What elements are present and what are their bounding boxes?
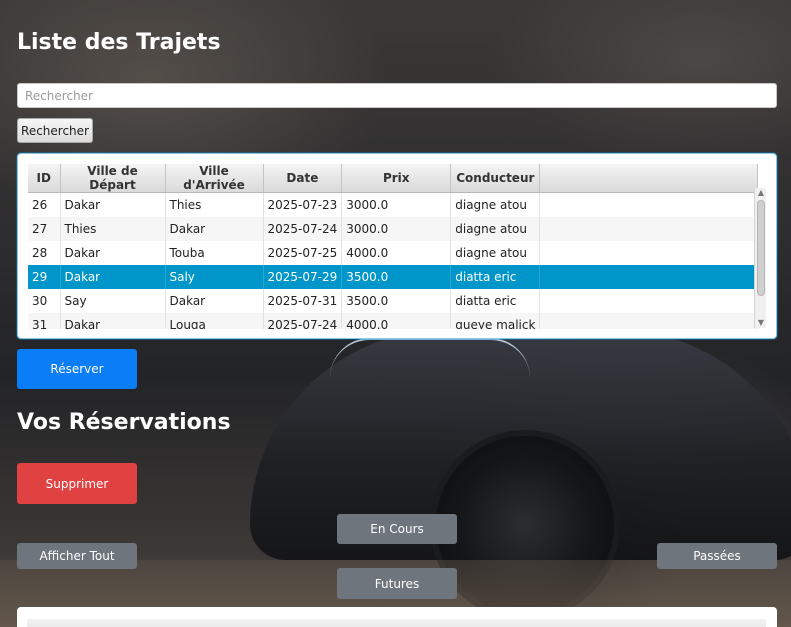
table-row[interactable]: 26 Dakar Thies 2025-07-23 3000.0 diagne … — [28, 192, 759, 217]
cell-filler — [539, 192, 759, 217]
cell-arrivee: Thies — [165, 192, 264, 217]
table-row[interactable]: 30 Say Dakar 2025-07-31 3500.0 diatta er… — [28, 288, 759, 313]
cell-filler — [539, 216, 759, 241]
cell-filler — [539, 312, 759, 329]
cell-depart: Dakar — [60, 264, 166, 289]
trajets-title: Liste des Trajets — [17, 30, 221, 55]
cell-conducteur: diatta eric — [450, 288, 541, 313]
cell-conducteur: diagne atou — [450, 216, 541, 241]
table-row-selected[interactable]: 29 Dakar Saly 2025-07-29 3500.0 diatta e… — [28, 264, 759, 289]
cell-id: 31 — [28, 312, 61, 329]
cell-prix: 4000.0 — [341, 240, 452, 265]
reservations-title: Vos Réservations — [17, 410, 231, 435]
filter-future-button[interactable]: Futures — [337, 568, 457, 599]
filter-en-cours-button[interactable]: En Cours — [337, 514, 457, 544]
column-header-date[interactable]: Date — [263, 164, 343, 193]
table-row[interactable]: 27 Thies Dakar 2025-07-24 3000.0 diagne … — [28, 216, 759, 241]
reserve-button[interactable]: Réserver — [17, 349, 137, 389]
cell-conducteur: diatta eric — [450, 264, 541, 289]
car-headlight — [330, 338, 530, 378]
cell-prix: 3500.0 — [341, 264, 452, 289]
cell-arrivee: Dakar — [165, 288, 264, 313]
trajets-table-viewport: ID Ville de Départ Ville d'Arrivée Date … — [28, 164, 767, 329]
delete-button[interactable]: Supprimer — [17, 463, 137, 504]
cell-prix: 4000.0 — [341, 312, 452, 329]
column-header-depart[interactable]: Ville de Départ — [60, 164, 166, 193]
cell-id: 27 — [28, 216, 61, 241]
scrollbar-thumb[interactable] — [757, 200, 765, 296]
reservations-table-header — [27, 619, 766, 627]
column-header-arrivee[interactable]: Ville d'Arrivée — [165, 164, 264, 193]
table-row[interactable]: 31 Dakar Louga 2025-07-24 4000.0 gueye m… — [28, 312, 759, 329]
trajets-table-panel: ID Ville de Départ Ville d'Arrivée Date … — [17, 153, 777, 339]
cell-conducteur: diagne atou — [450, 192, 541, 217]
cell-id: 29 — [28, 264, 61, 289]
cell-id: 30 — [28, 288, 61, 313]
filter-all-button[interactable]: Afficher Tout — [17, 543, 137, 569]
cell-conducteur: gueye malick — [450, 312, 541, 329]
column-header-filler — [539, 164, 759, 193]
scroll-up-icon[interactable]: ▲ — [755, 188, 767, 198]
filter-past-button[interactable]: Passées — [657, 543, 777, 569]
cell-filler — [539, 240, 759, 265]
cell-filler — [539, 288, 759, 313]
vertical-scrollbar[interactable]: ▲ ▼ — [754, 188, 766, 328]
cell-filler — [539, 264, 759, 289]
cell-date: 2025-07-31 — [263, 288, 343, 313]
column-header-prix[interactable]: Prix — [341, 164, 452, 193]
cell-depart: Say — [60, 288, 166, 313]
cell-arrivee: Saly — [165, 264, 264, 289]
cell-date: 2025-07-29 — [263, 264, 343, 289]
cell-prix: 3000.0 — [341, 216, 452, 241]
table-header-row: ID Ville de Départ Ville d'Arrivée Date … — [28, 164, 759, 193]
column-header-conducteur[interactable]: Conducteur — [450, 164, 541, 193]
search-input[interactable] — [17, 83, 777, 108]
cell-id: 26 — [28, 192, 61, 217]
cell-date: 2025-07-23 — [263, 192, 343, 217]
cell-arrivee: Louga — [165, 312, 264, 329]
scroll-down-icon[interactable]: ▼ — [755, 318, 767, 328]
cell-conducteur: diagne atou — [450, 240, 541, 265]
cell-arrivee: Touba — [165, 240, 264, 265]
cell-depart: Dakar — [60, 312, 166, 329]
cell-depart: Dakar — [60, 240, 166, 265]
search-button[interactable]: Rechercher — [17, 118, 93, 143]
column-header-id[interactable]: ID — [28, 164, 61, 193]
trajets-table: ID Ville de Départ Ville d'Arrivée Date … — [28, 164, 759, 329]
cell-depart: Thies — [60, 216, 166, 241]
cell-date: 2025-07-24 — [263, 312, 343, 329]
cell-arrivee: Dakar — [165, 216, 264, 241]
reservations-table-panel — [17, 607, 777, 627]
cell-id: 28 — [28, 240, 61, 265]
cell-prix: 3000.0 — [341, 192, 452, 217]
cell-depart: Dakar — [60, 192, 166, 217]
cell-date: 2025-07-24 — [263, 216, 343, 241]
table-row[interactable]: 28 Dakar Touba 2025-07-25 4000.0 diagne … — [28, 240, 759, 265]
cell-prix: 3500.0 — [341, 288, 452, 313]
cell-date: 2025-07-25 — [263, 240, 343, 265]
